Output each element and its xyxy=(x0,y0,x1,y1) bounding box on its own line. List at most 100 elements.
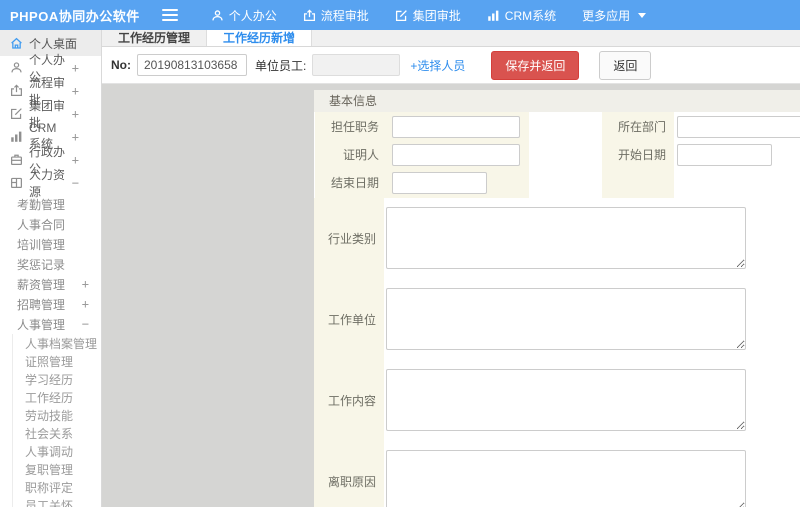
user-icon xyxy=(10,61,23,74)
top-navbar: PHPOA协同办公软件 个人办公 流程审批 集团审批 CRM系统 更多应用 xyxy=(0,0,800,30)
sidebar-item-label: 学习经历 xyxy=(25,372,74,387)
sidebar-item-training[interactable]: 培训管理 xyxy=(0,234,101,254)
certifier-input[interactable] xyxy=(392,143,520,166)
sidebar-item-labor-skills[interactable]: 劳动技能 xyxy=(13,406,101,424)
tab-work-history-manage[interactable]: 工作经历管理 xyxy=(102,30,208,46)
employee-label: 单位员工: xyxy=(255,58,307,73)
tab-bar: 工作经历管理 工作经历新增 xyxy=(102,30,800,47)
edit-icon xyxy=(10,107,23,120)
certifier-label: 证明人 xyxy=(342,148,379,162)
sidebar-item-title-evaluation[interactable]: 职称评定 xyxy=(13,478,101,496)
toolbar: No: 单位员工: +选择人员 保存并返回 返回 xyxy=(102,47,800,84)
industry-label: 行业类别 xyxy=(314,198,384,279)
form-row: 证明人 开始日期 xyxy=(314,140,800,168)
expand-plus-icon[interactable]: + xyxy=(82,297,101,311)
select-person-link[interactable]: +选择人员 xyxy=(410,57,465,74)
chart-icon xyxy=(487,9,500,22)
end-date-label: 结束日期 xyxy=(330,176,379,190)
sidebar-item-hr[interactable]: 人力资源 − xyxy=(0,168,101,199)
work-content-label: 工作内容 xyxy=(314,360,384,441)
no-input[interactable] xyxy=(137,54,247,76)
section-title: 基本信息 xyxy=(314,90,800,112)
industry-textarea[interactable] xyxy=(386,207,746,269)
home-icon xyxy=(10,37,23,50)
sidebar-item-label: 人事档案管理 xyxy=(25,336,98,351)
work-content-textarea[interactable] xyxy=(386,369,746,431)
sidebar-item-reinstatement[interactable]: 复职管理 xyxy=(13,460,101,478)
department-input[interactable] xyxy=(677,115,800,138)
save-return-button[interactable]: 保存并返回 xyxy=(491,50,580,80)
expand-plus-icon[interactable]: + xyxy=(72,153,91,167)
content-area: 基本信息 担任职务 所在部门 证明人 开始日期 结束日期 行业类别 工作单位 工… xyxy=(102,84,800,507)
sidebar-item-recruit[interactable]: 招聘管理 + xyxy=(0,294,101,314)
company-label: 工作单位 xyxy=(314,279,384,360)
sidebar-item-label: 考勤管理 xyxy=(17,197,66,212)
nav-item-label: CRM系统 xyxy=(504,8,557,23)
start-date-input[interactable] xyxy=(677,143,772,166)
nav-item-label: 流程审批 xyxy=(320,8,369,23)
company-textarea[interactable] xyxy=(386,288,746,350)
menu-toggle-icon[interactable] xyxy=(161,9,178,21)
sidebar-item-label: 职称评定 xyxy=(25,480,74,495)
employee-input[interactable] xyxy=(312,54,401,76)
return-button[interactable]: 返回 xyxy=(599,50,652,80)
sidebar-item-label: 薪资管理 xyxy=(17,277,66,292)
expand-plus-icon[interactable]: + xyxy=(72,84,91,98)
nav-personal-office[interactable]: 个人办公 xyxy=(198,0,290,30)
position-label: 担任职务 xyxy=(330,120,379,134)
nav-group-approval[interactable]: 集团审批 xyxy=(382,0,474,30)
top-navigation: 个人办公 流程审批 集团审批 CRM系统 更多应用 xyxy=(198,0,659,30)
form-row: 担任职务 所在部门 xyxy=(314,112,800,140)
sidebar: 个人桌面 个人办公 + 流程审批 + 集团审批 + CRM系统 + 行政办公 +… xyxy=(0,30,102,507)
user-icon xyxy=(211,9,224,22)
app-logo[interactable]: PHPOA协同办公软件 xyxy=(10,6,140,25)
leave-reason-textarea[interactable] xyxy=(386,450,746,507)
sidebar-item-social-relations[interactable]: 社会关系 xyxy=(13,424,101,442)
flow-icon xyxy=(303,8,316,22)
sidebar-item-label: 工作经历 xyxy=(25,390,74,405)
sidebar-item-certificates[interactable]: 证照管理 xyxy=(13,352,101,370)
sidebar-item-label: 员工关怀 xyxy=(25,498,74,507)
expand-minus-icon[interactable]: − xyxy=(72,176,91,190)
sidebar-item-salary[interactable]: 薪资管理 + xyxy=(0,274,101,294)
sidebar-item-label: 培训管理 xyxy=(17,237,66,252)
sidebar-item-personnel-files[interactable]: 人事档案管理 xyxy=(13,334,101,352)
expand-plus-icon[interactable]: + xyxy=(82,277,101,291)
nav-workflow-approval[interactable]: 流程审批 xyxy=(290,0,382,30)
nav-item-label: 更多应用 xyxy=(582,8,631,23)
sidebar-item-employee-care[interactable]: 员工关怀 xyxy=(13,496,101,507)
expand-plus-icon[interactable]: + xyxy=(72,130,91,144)
no-label: No: xyxy=(111,58,131,72)
main-area: 工作经历管理 工作经历新增 No: 单位员工: +选择人员 保存并返回 返回 基… xyxy=(102,30,800,507)
main-frame: 个人桌面 个人办公 + 流程审批 + 集团审批 + CRM系统 + 行政办公 +… xyxy=(0,30,800,507)
flow-icon xyxy=(10,84,23,97)
sidebar-personnel-submenu: 人事档案管理 证照管理 学习经历 工作经历 劳动技能 社会关系 人事调动 复职管… xyxy=(12,334,101,507)
form-row: 行业类别 xyxy=(314,198,800,279)
sidebar-item-label: 劳动技能 xyxy=(25,408,74,423)
briefcase-icon xyxy=(10,153,23,166)
sidebar-item-study-history[interactable]: 学习经历 xyxy=(13,370,101,388)
form-row: 工作内容 xyxy=(314,360,800,441)
tab-work-history-new[interactable]: 工作经历新增 xyxy=(207,30,313,46)
nav-crm-system[interactable]: CRM系统 xyxy=(474,0,569,30)
basic-info-fields: 担任职务 所在部门 证明人 开始日期 结束日期 xyxy=(314,112,800,198)
sidebar-item-label: 奖惩记录 xyxy=(17,257,66,272)
form-row: 离职原因 xyxy=(314,441,800,507)
sidebar-item-reward-record[interactable]: 奖惩记录 xyxy=(0,254,101,274)
sidebar-item-label: 人事合同 xyxy=(17,217,66,232)
sidebar-item-attendance[interactable]: 考勤管理 xyxy=(0,194,101,214)
sidebar-item-hr-contract[interactable]: 人事合同 xyxy=(0,214,101,234)
expand-plus-icon[interactable]: + xyxy=(72,61,91,75)
nav-more-apps[interactable]: 更多应用 xyxy=(569,0,659,30)
form-row: 结束日期 xyxy=(314,168,800,196)
department-label: 所在部门 xyxy=(617,120,666,134)
app-window: PHPOA协同办公软件 个人办公 流程审批 集团审批 CRM系统 更多应用 个人… xyxy=(0,0,800,507)
sidebar-item-personnel-mgmt[interactable]: 人事管理 − xyxy=(0,314,101,334)
sidebar-item-personnel-transfer[interactable]: 人事调动 xyxy=(13,442,101,460)
expand-minus-icon[interactable]: − xyxy=(82,317,101,331)
sidebar-hr-submenu: 考勤管理 人事合同 培训管理 奖惩记录 薪资管理 + 招聘管理 + 人事管理 − 人事… xyxy=(0,194,101,507)
sidebar-item-work-history[interactable]: 工作经历 xyxy=(13,388,101,406)
expand-plus-icon[interactable]: + xyxy=(72,107,91,121)
end-date-input[interactable] xyxy=(392,171,487,194)
position-input[interactable] xyxy=(392,115,520,138)
